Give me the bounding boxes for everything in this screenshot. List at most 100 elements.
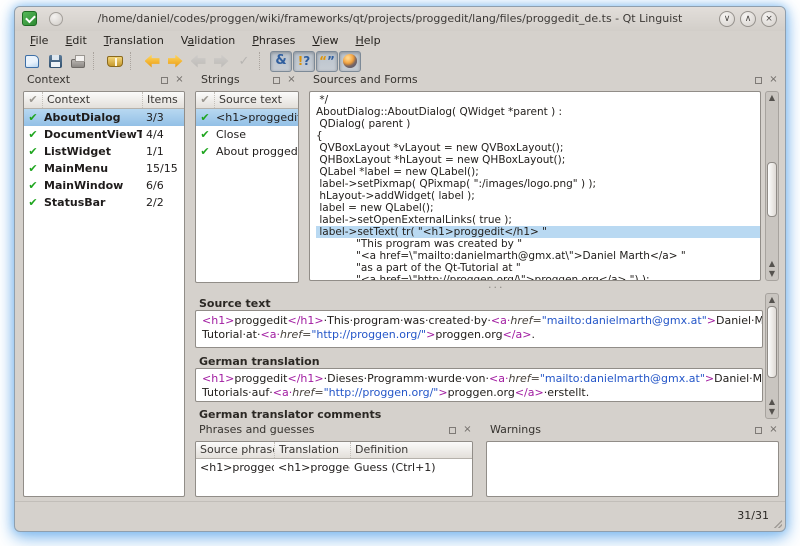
context-row[interactable]: ✔DocumentViewType4/4: [24, 126, 184, 143]
check-column-icon: ✔: [196, 92, 214, 108]
dock-close-icon[interactable]: ×: [768, 424, 779, 435]
done-check-icon: ✔: [24, 179, 42, 192]
code-line: "as a part of the Qt-Tutorial at ": [316, 262, 760, 274]
prev-unfinished-icon: [191, 55, 206, 68]
phrase-row[interactable]: <h1>proggedi...<h1>proggedi...Guess (Ctr…: [196, 459, 472, 476]
context-column-header[interactable]: Context: [42, 92, 142, 108]
scroll-down-icon[interactable]: ▼: [766, 407, 778, 417]
document-open-icon: [25, 55, 39, 68]
phrases-column-header[interactable]: Translation: [274, 442, 350, 458]
context-name: DocumentViewType: [42, 128, 142, 141]
menu-file[interactable]: File: [23, 32, 55, 49]
context-row[interactable]: ✔ListWidget1/1: [24, 143, 184, 160]
close-button[interactable]: ×: [761, 11, 777, 27]
app-icon: [22, 11, 37, 26]
done-check-icon: ✔: [196, 111, 214, 124]
code-line: QHBoxLayout *hLayout = new QHBoxLayout()…: [316, 154, 760, 166]
context-name: AboutDialog: [42, 111, 142, 124]
source-text-column-header[interactable]: Source text: [214, 92, 298, 108]
code-line: QDialog( parent ): [316, 118, 760, 130]
sources-scrollbar-thumb[interactable]: [767, 162, 777, 217]
sources-scrollbar[interactable]: ▲ ▲ ▼: [765, 91, 779, 281]
strings-table: ✔Source text ✔<h1>proggedit</...✔Close✔A…: [195, 91, 299, 283]
phrases-column-header[interactable]: Source phrase: [196, 442, 274, 458]
context-name: ListWidget: [42, 145, 142, 158]
phrases-dock-title: Phrases and guesses: [193, 421, 475, 439]
code-line: QVBoxLayout *vLayout = new QVBoxLayout()…: [316, 142, 760, 154]
scroll-up-icon[interactable]: ▲: [766, 93, 778, 103]
toggle-markers-button[interactable]: [339, 51, 361, 72]
prev-arrow-icon: [145, 55, 160, 68]
warnings-dock-title: Warnings: [484, 421, 781, 439]
toggle-punctuation-button[interactable]: !?: [293, 51, 315, 72]
context-row[interactable]: ✔MainWindow6/6: [24, 177, 184, 194]
resize-grip-icon[interactable]: [774, 520, 782, 528]
prev-unfinished-button[interactable]: [187, 51, 209, 72]
titlebar[interactable]: /home/daniel/codes/proggen/wiki/framewor…: [15, 7, 785, 31]
code-line: QLabel *label = new QLabel();: [316, 166, 760, 178]
phrases-dock: Phrases and guesses × Source phraseTrans…: [191, 421, 477, 501]
context-row[interactable]: ✔StatusBar2/2: [24, 194, 184, 211]
horizontal-splitter[interactable]: [193, 285, 783, 291]
items-column-header[interactable]: Items: [142, 92, 184, 108]
menu-view[interactable]: View: [305, 32, 345, 49]
scroll-up-icon[interactable]: ▲: [766, 295, 778, 305]
print-button[interactable]: [67, 51, 89, 72]
context-row[interactable]: ✔AboutDialog3/3: [24, 109, 184, 126]
menu-translation[interactable]: Translation: [97, 32, 171, 49]
minimize-button[interactable]: ∨: [719, 11, 735, 27]
dock-float-icon[interactable]: [161, 77, 168, 84]
dock-float-icon[interactable]: [449, 427, 456, 434]
prev-button[interactable]: [141, 51, 163, 72]
code-line: {: [316, 130, 760, 142]
translation-counter: 31/31: [737, 509, 769, 522]
scroll-up-icon[interactable]: ▲: [766, 397, 778, 407]
menu-validation[interactable]: Validation: [174, 32, 242, 49]
scroll-down-icon[interactable]: ▼: [766, 269, 778, 279]
string-source-text: Close: [214, 128, 298, 141]
done-check-icon: ✔: [24, 111, 42, 124]
string-row[interactable]: ✔About proggedit: [196, 143, 298, 160]
warnings-panel: [486, 441, 779, 497]
code-line: "<a href=\"mailto:danielmarth@gmx.at\">D…: [316, 250, 760, 262]
context-name: MainMenu: [42, 162, 142, 175]
dock-float-icon[interactable]: [755, 77, 762, 84]
dock-float-icon[interactable]: [755, 427, 762, 434]
titlebar-menu-button[interactable]: [49, 12, 63, 26]
german-translation-box[interactable]: <h1>proggedit</h1>·Dieses·Programm·wurde…: [195, 368, 763, 402]
context-table-header[interactable]: ✔ContextItems: [24, 92, 184, 109]
editor-scrollbar[interactable]: ▲ ▲ ▼: [765, 293, 779, 419]
string-row[interactable]: ✔Close: [196, 126, 298, 143]
menubar: FileEditTranslationValidationPhrasesView…: [15, 31, 785, 50]
open-button[interactable]: [21, 51, 43, 72]
editor-scrollbar-thumb[interactable]: [767, 306, 777, 378]
next-unfinished-button[interactable]: [210, 51, 232, 72]
phrases-column-header[interactable]: Definition: [350, 442, 472, 458]
dock-close-icon[interactable]: ×: [286, 74, 297, 85]
source-text-box: <h1>proggedit</h1>·This·program·was·crea…: [195, 310, 763, 348]
save-button[interactable]: [44, 51, 66, 72]
strings-table-header[interactable]: ✔Source text: [196, 92, 298, 109]
german-translation-label: German translation: [199, 355, 320, 368]
done-and-next-button[interactable]: ✓: [233, 51, 255, 72]
maximize-button[interactable]: ∧: [740, 11, 756, 27]
toggle-accelerators-button[interactable]: &: [270, 51, 292, 72]
toolbar: ✓&!?“”: [15, 50, 785, 72]
phrasebook-button[interactable]: [104, 51, 126, 72]
dock-close-icon[interactable]: ×: [768, 74, 779, 85]
scroll-up-icon[interactable]: ▲: [766, 259, 778, 269]
next-button[interactable]: [164, 51, 186, 72]
dock-close-icon[interactable]: ×: [174, 74, 185, 85]
menu-phrases[interactable]: Phrases: [245, 32, 302, 49]
phrases-table-header[interactable]: Source phraseTranslationDefinition: [196, 442, 472, 459]
string-row[interactable]: ✔<h1>proggedit</...: [196, 109, 298, 126]
next-unfinished-icon: [214, 55, 229, 68]
context-row[interactable]: ✔MainMenu15/15: [24, 160, 184, 177]
menu-help[interactable]: Help: [348, 32, 387, 49]
string-source-text: About proggedit: [214, 145, 298, 158]
context-items-count: 15/15: [142, 162, 184, 175]
dock-close-icon[interactable]: ×: [462, 424, 473, 435]
toggle-phrases-button[interactable]: “”: [316, 51, 338, 72]
dock-float-icon[interactable]: [273, 77, 280, 84]
menu-edit[interactable]: Edit: [58, 32, 93, 49]
